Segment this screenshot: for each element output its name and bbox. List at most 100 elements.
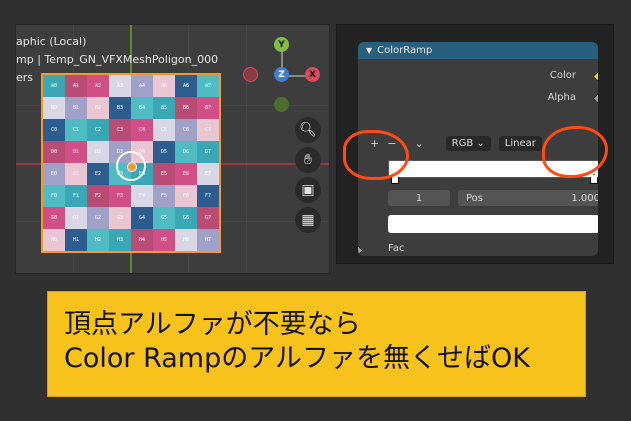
mesh-cell: B0 <box>43 97 65 119</box>
mesh-cell: F7 <box>197 185 219 207</box>
mesh-cell: D2 <box>87 141 109 163</box>
zoom-icon[interactable]: 🔍︎ <box>295 117 321 143</box>
mesh-cell: B1 <box>65 97 87 119</box>
mesh-cell: E5 <box>153 163 175 185</box>
color-mode-value: RGB <box>451 138 474 149</box>
position-label: Pos <box>466 192 484 204</box>
mesh-cell: D1 <box>65 141 87 163</box>
mesh-cell: H3 <box>109 229 131 251</box>
mesh-cell: G6 <box>175 207 197 229</box>
output-color-label: Color <box>549 70 576 81</box>
color-mode-dropdown[interactable]: RGB ⌄ <box>445 136 491 151</box>
position-value: 1.000 <box>571 192 598 204</box>
mesh-cell: B3 <box>109 97 131 119</box>
mesh-cell: F2 <box>87 185 109 207</box>
chevron-down-icon: ⌄ <box>476 138 485 149</box>
ramp-menu-icon[interactable]: ⌄ <box>414 137 423 150</box>
gizmo-neg-y-ball[interactable] <box>274 97 289 112</box>
mesh-cell: F1 <box>65 185 87 207</box>
mesh-cell: A5 <box>153 75 175 97</box>
mesh-cell: B6 <box>175 97 197 119</box>
mesh-cell: F5 <box>153 185 175 207</box>
caption-line-2: Color Rampのアルファを無くせばOK <box>64 343 530 374</box>
stop-index-value: 1 <box>415 192 423 204</box>
alpha-output-socket[interactable] <box>592 93 598 104</box>
node-header[interactable]: ▼ ColorRamp <box>358 42 598 59</box>
node-title: ColorRamp <box>377 45 433 56</box>
mesh-cell: A4 <box>131 75 153 97</box>
mesh-cell: E6 <box>175 163 197 185</box>
mesh-cell: G7 <box>197 207 219 229</box>
mesh-cell: H1 <box>65 229 87 251</box>
mesh-cell: G3 <box>109 207 131 229</box>
gizmo-neg-x-ball[interactable] <box>243 67 258 82</box>
mesh-cell: E2 <box>87 163 109 185</box>
output-alpha-label: Alpha <box>547 92 576 103</box>
mesh-cell: A7 <box>197 75 219 97</box>
mesh-cell: B2 <box>87 97 109 119</box>
fac-input-socket[interactable] <box>358 245 364 256</box>
interpolation-dropdown[interactable]: Linear <box>498 136 542 151</box>
mesh-cell: F6 <box>175 185 197 207</box>
mesh-cell: A3 <box>109 75 131 97</box>
mesh-cell: E0 <box>43 163 65 185</box>
mesh-cell: A1 <box>65 75 87 97</box>
mesh-cell: D5 <box>153 141 175 163</box>
mesh-cell: C7 <box>197 119 219 141</box>
annotation-circle-left <box>343 130 409 180</box>
mesh-cell: F0 <box>43 185 65 207</box>
interpolation-value: Linear <box>504 138 536 149</box>
mesh-cell: G4 <box>131 207 153 229</box>
mesh-cell: F3 <box>109 185 131 207</box>
mesh-cell: C0 <box>43 119 65 141</box>
mesh-cell: C2 <box>87 119 109 141</box>
color-output-socket[interactable] <box>592 71 598 82</box>
collapse-chevron-icon[interactable]: ▼ <box>366 46 372 55</box>
mesh-cell: C4 <box>131 119 153 141</box>
caption-line-1: 頂点アルファが不要なら <box>64 309 361 340</box>
stop-index-field[interactable]: 1 <box>388 190 450 206</box>
mesh-cell: E7 <box>197 163 219 185</box>
mesh-cell: A6 <box>175 75 197 97</box>
mesh-cell: D0 <box>43 141 65 163</box>
caption-box: 頂点アルファが不要なら Color Rampのアルファを無くせばOK <box>47 291 586 397</box>
mesh-cell: H2 <box>87 229 109 251</box>
mesh-cell: G1 <box>65 207 87 229</box>
collection-label: ers <box>16 71 34 84</box>
mesh-cell: B7 <box>197 97 219 119</box>
navigation-gizmo[interactable]: Y Z X <box>239 33 329 123</box>
mesh-cell: A2 <box>87 75 109 97</box>
mesh-cell: H7 <box>197 229 219 251</box>
gizmo-x-ball[interactable]: X <box>305 67 320 82</box>
mesh-cell: E1 <box>65 163 87 185</box>
mesh-cell: H6 <box>175 229 197 251</box>
camera-icon[interactable]: ▣ <box>295 177 321 203</box>
3d-viewport[interactable]: aphic (Local) mp | Temp_GN_VFXMeshPoligo… <box>15 24 330 274</box>
mesh-cell: G2 <box>87 207 109 229</box>
mesh-cell: F4 <box>131 185 153 207</box>
grid-icon[interactable]: ▦ <box>295 207 321 233</box>
mesh-cell: D7 <box>197 141 219 163</box>
mesh-cell: D6 <box>175 141 197 163</box>
object-label: mp | Temp_GN_VFXMeshPoligon_000 <box>16 53 219 66</box>
mesh-cell: C6 <box>175 119 197 141</box>
gizmo-y-ball[interactable]: Y <box>274 37 289 52</box>
view-label: aphic (Local) <box>16 35 87 48</box>
mesh-cell: C5 <box>153 119 175 141</box>
hand-icon[interactable]: ✋︎ <box>295 147 321 173</box>
mesh-cell: G0 <box>43 207 65 229</box>
mesh-cell: G5 <box>153 207 175 229</box>
stop-color-swatch[interactable] <box>388 215 598 233</box>
mesh-cell: H5 <box>153 229 175 251</box>
mesh-cell: H0 <box>43 229 65 251</box>
mesh-cell: B4 <box>131 97 153 119</box>
mesh-cell: C1 <box>65 119 87 141</box>
mesh-cell: H4 <box>131 229 153 251</box>
position-field[interactable]: Pos 1.000 <box>458 190 598 206</box>
mesh-cell: C3 <box>109 119 131 141</box>
fac-input-label: Fac <box>388 243 405 254</box>
mesh-cell: B5 <box>153 97 175 119</box>
gizmo-z-ball[interactable]: Z <box>274 67 289 82</box>
object-origin[interactable] <box>116 151 146 181</box>
mesh-cell: A0 <box>43 75 65 97</box>
